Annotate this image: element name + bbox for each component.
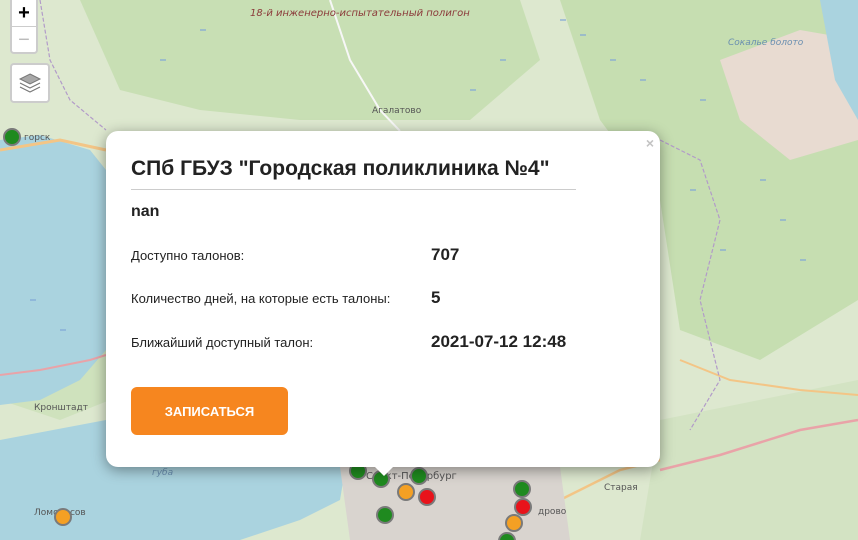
available-tickets-label: Доступно талонов: [131,248,245,263]
map-label-kronshtadt: Кронштадт [34,403,88,413]
clinic-popup: × СПб ГБУЗ "Городская поликлиника №4" na… [106,131,660,467]
clinic-marker[interactable] [513,480,531,498]
clinic-marker[interactable] [54,508,72,526]
zoom-control: + − [10,0,38,54]
close-icon[interactable]: × [646,135,654,151]
clinic-marker[interactable] [410,467,428,485]
popup-subtitle: nan [131,203,160,220]
nearest-ticket-value: 2021-07-12 12:48 [431,332,567,351]
days-count-label: Количество дней, на которые есть талоны: [131,291,391,306]
clinic-marker[interactable] [376,506,394,524]
map-label-sokolye: Сокалье болото [728,38,804,48]
zoom-in-button[interactable]: + [12,0,36,26]
map-label-staraya: Старая [604,483,638,493]
map-label-guba: губа [152,468,174,478]
map-label-kudrovo: дрово [538,507,567,517]
map-label-zelenogorsk: горск [24,133,51,143]
layers-icon [18,73,42,93]
nearest-ticket-label: Ближайший доступный талон: [131,335,314,350]
days-count-value: 5 [431,288,441,307]
popup-tip [374,466,394,476]
clinic-marker[interactable] [505,514,523,532]
map-label-agalatovo: Агалатово [372,106,422,116]
book-button[interactable]: ЗАПИСАТЬСЯ [131,387,288,435]
available-tickets-value: 707 [431,245,460,264]
clinic-marker[interactable] [397,483,415,501]
popup-title: СПб ГБУЗ "Городская поликлиника №4" [131,157,576,190]
clinic-marker[interactable] [418,488,436,506]
map-label-polygon: 18-й инженерно-испытательный полигон [250,8,470,20]
clinic-marker[interactable] [3,128,21,146]
layers-button[interactable] [10,63,50,103]
clinic-marker[interactable] [514,498,532,516]
zoom-out-button[interactable]: − [12,26,36,52]
